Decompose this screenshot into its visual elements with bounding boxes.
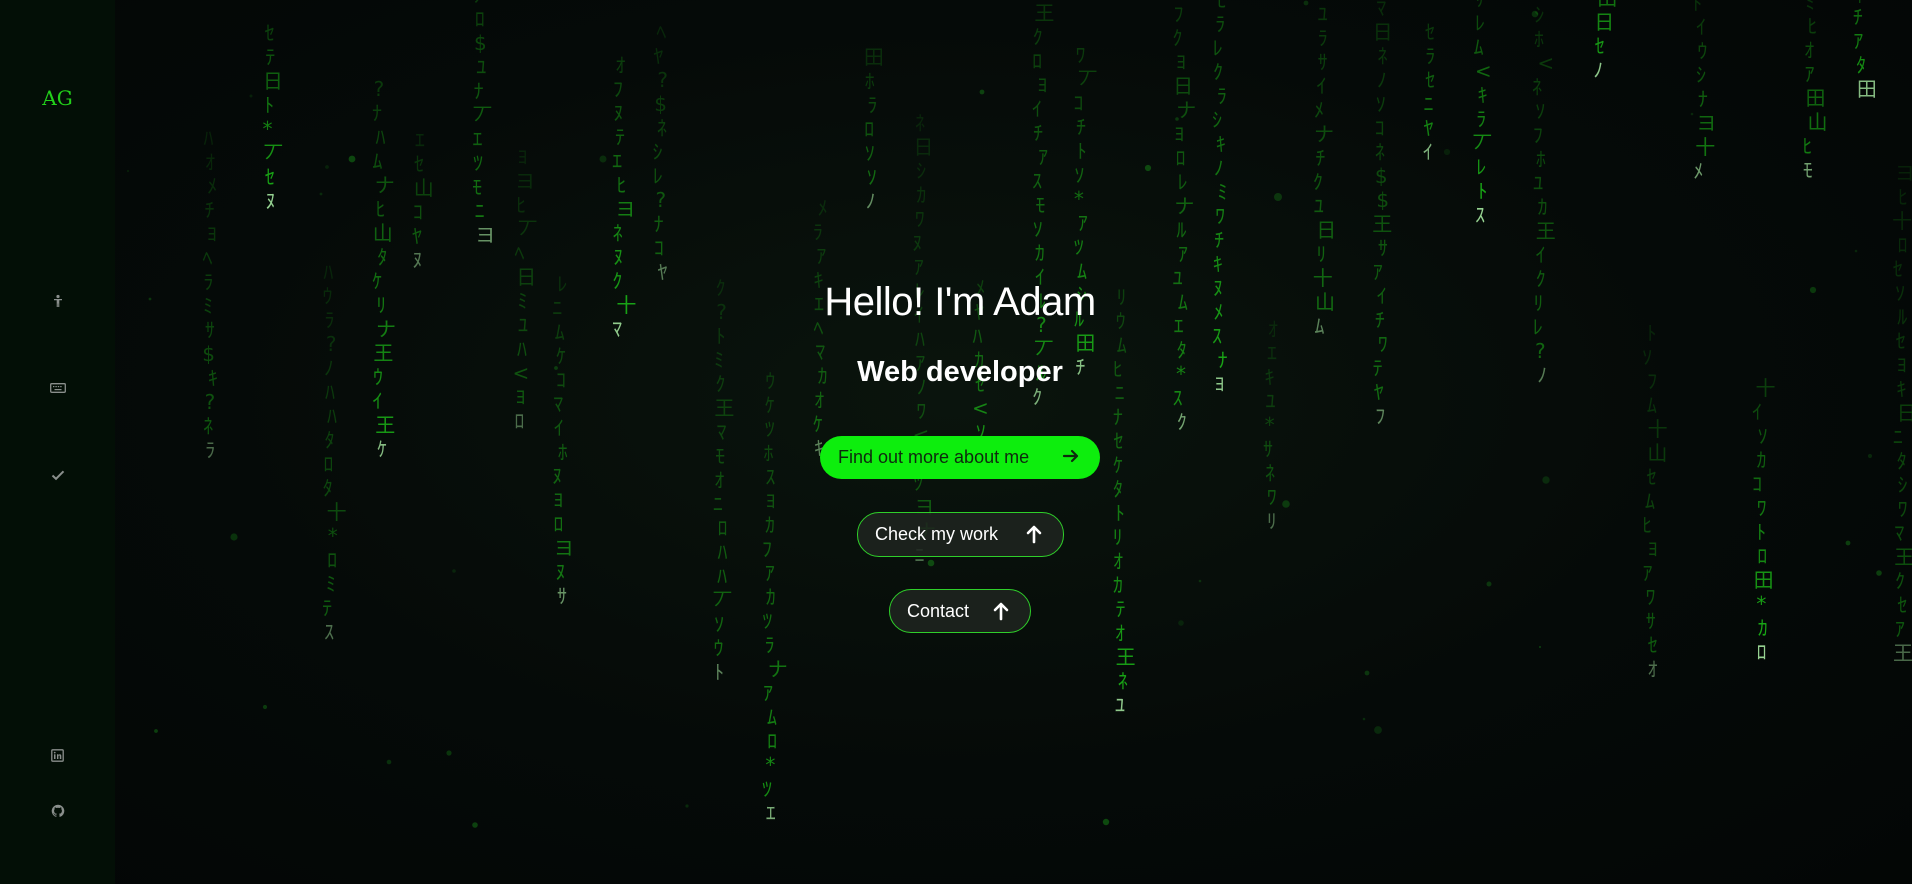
- arrow-up-icon: [1026, 525, 1042, 544]
- page: ﾊｵﾒﾁﾖﾍﾗﾐｻ $ ｷ? ﾈﾗｾﾃ日ﾄ * 丆ｾﾇﾊｳﾗ? ﾉﾊﾊﾀﾛﾀ十 * ﾛﾐﾃｽ? ﾅ…: [0, 0, 1912, 884]
- arrow-right-icon: [1062, 449, 1079, 463]
- check-work-button[interactable]: Check my work: [857, 512, 1064, 557]
- contact-button[interactable]: Contact: [889, 589, 1031, 633]
- arrow-up-icon: [993, 602, 1009, 621]
- hero-subtitle: Web developer: [857, 356, 1063, 388]
- hero-title: Hello! I'm Adam: [824, 280, 1096, 324]
- hero-section: Hello! I'm Adam Web developer Find out m…: [0, 0, 1912, 884]
- about-button[interactable]: Find out more about me: [820, 436, 1100, 479]
- about-button-label: Find out more about me: [838, 447, 1030, 467]
- contact-button-label: Contact: [907, 600, 970, 621]
- check-work-button-label: Check my work: [875, 524, 999, 544]
